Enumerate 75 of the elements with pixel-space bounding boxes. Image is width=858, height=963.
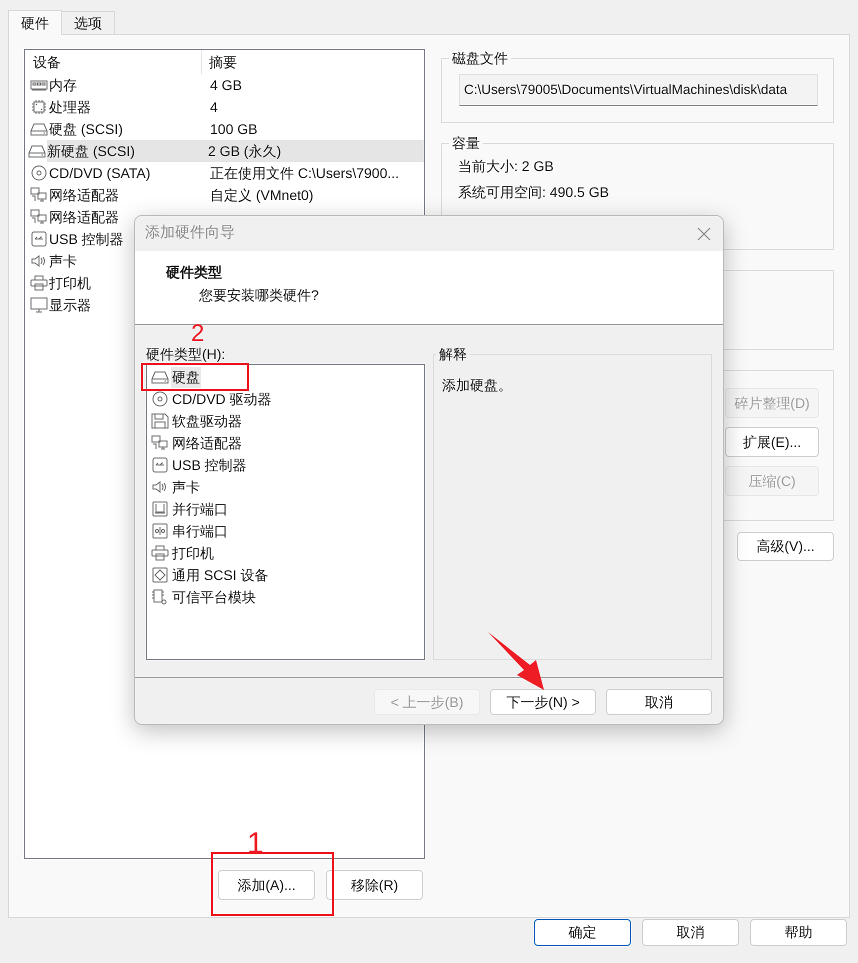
path-field[interactable]: C:\Users\79005\Documents\VirtualMachines\disk\data bbox=[459, 74, 818, 106]
speaker-icon bbox=[30, 253, 48, 269]
capacity-text: 当前大小: 2 GB bbox=[458, 157, 555, 175]
group-title: 容量 bbox=[449, 134, 483, 152]
drive-icon bbox=[30, 121, 48, 137]
wizard-button[interactable]: 下一步(N) > bbox=[490, 689, 596, 715]
network-monitors-icon bbox=[30, 209, 48, 225]
device-name: 新硬盘 (SCSI) bbox=[47, 142, 135, 161]
hardware-type-item[interactable]: 可信平台模块 bbox=[171, 586, 257, 608]
column-header[interactable]: 摘要 bbox=[202, 52, 237, 72]
wizard-subheading: 您要安装哪类硬件? bbox=[199, 286, 320, 305]
hardware-type-item[interactable]: USB 控制器 bbox=[171, 454, 248, 476]
hardware-type-item[interactable]: 网络适配器 bbox=[171, 432, 243, 454]
hardware-type-item[interactable]: 硬盘 bbox=[171, 366, 201, 388]
drive-icon bbox=[151, 369, 169, 385]
hardware-type-item[interactable]: 并行端口 bbox=[171, 498, 229, 520]
device-summary: 4 GB bbox=[210, 76, 242, 94]
disc-icon bbox=[151, 391, 169, 407]
device-summary: 正在使用文件 C:\Users\7900... bbox=[210, 164, 400, 182]
device-name[interactable]: CD/DVD (SATA) bbox=[49, 162, 150, 184]
list-label: 硬件类型(H): bbox=[146, 345, 226, 363]
group-title: 解释 bbox=[436, 345, 470, 363]
device-summary: 2 GB (永久) bbox=[208, 142, 282, 161]
column-header[interactable]: 设备 bbox=[25, 50, 202, 74]
device-name[interactable]: 处理器 bbox=[49, 96, 91, 118]
hardware-type-item[interactable]: 声卡 bbox=[171, 476, 201, 498]
hardware-type-item[interactable]: 串行端口 bbox=[171, 520, 229, 542]
capacity-text: 系统可用空间: 490.5 GB bbox=[458, 183, 610, 201]
device-name[interactable]: USB 控制器 bbox=[49, 228, 124, 250]
tab[interactable]: 选项 bbox=[62, 11, 115, 34]
device-summary: 自定义 (VMnet0) bbox=[210, 186, 314, 205]
advanced-button[interactable]: 高级(V)... bbox=[737, 532, 834, 561]
device-name[interactable]: 显示器 bbox=[49, 294, 91, 316]
speaker-icon bbox=[151, 479, 169, 495]
monitor-icon bbox=[30, 297, 48, 313]
wizard-heading: 硬件类型 bbox=[166, 263, 223, 282]
device-name[interactable]: 网络适配器 bbox=[49, 206, 119, 228]
drive-icon bbox=[28, 143, 46, 159]
dialog-title: 添加硬件向导 bbox=[145, 223, 235, 244]
dialog-button[interactable]: 确定 bbox=[534, 919, 631, 946]
port-icon bbox=[151, 501, 169, 517]
hardware-type-item[interactable]: 通用 SCSI 设备 bbox=[171, 564, 270, 586]
network-monitors-icon bbox=[30, 187, 48, 203]
list-button[interactable]: 添加(A)... bbox=[218, 870, 315, 900]
printer-icon bbox=[151, 545, 169, 561]
hardware-type-item[interactable]: 打印机 bbox=[171, 542, 215, 564]
group-title: 磁盘文件 bbox=[449, 49, 511, 67]
device-name[interactable]: 打印机 bbox=[49, 272, 91, 294]
wizard-button[interactable]: 取消 bbox=[606, 689, 712, 715]
tab[interactable]: 硬件 bbox=[8, 10, 62, 35]
device-name[interactable]: 硬盘 (SCSI) bbox=[49, 118, 123, 140]
usb-icon bbox=[30, 231, 48, 247]
network-monitors-icon bbox=[151, 435, 169, 451]
device-summary: 4 bbox=[210, 98, 218, 116]
device-name[interactable]: 网络适配器 bbox=[49, 184, 119, 206]
hardware-type-list[interactable]: 硬盘 CD/DVD 驱动器 软盘驱动器 网络适配器 USB 控制器 声卡 并行端口 串行端口 打印机 通用 SCSI 设备 可信平台模块 bbox=[146, 364, 425, 660]
port-icon bbox=[151, 523, 169, 539]
explanation-text: 添加硬盘。 bbox=[442, 376, 513, 395]
usb-icon bbox=[151, 457, 169, 473]
disk-tool-button[interactable]: 扩展(E)... bbox=[725, 427, 819, 457]
device-name[interactable]: 声卡 bbox=[49, 250, 77, 272]
close-icon[interactable] bbox=[697, 226, 711, 240]
list-button[interactable]: 移除(R) bbox=[326, 870, 423, 900]
chip-key-icon bbox=[151, 589, 169, 605]
hardware-type-item[interactable]: 软盘驱动器 bbox=[171, 410, 243, 432]
diamond-icon bbox=[151, 567, 169, 583]
annotation-number: 2 bbox=[191, 322, 204, 346]
disc-icon bbox=[30, 165, 48, 181]
device-summary: 100 GB bbox=[210, 120, 258, 138]
printer-icon bbox=[30, 275, 48, 291]
dialog-button[interactable]: 取消 bbox=[642, 919, 739, 946]
device-name[interactable]: 内存 bbox=[49, 74, 77, 96]
dialog-button[interactable]: 帮助 bbox=[750, 919, 847, 946]
processor-chip-icon bbox=[30, 99, 48, 115]
hardware-type-item[interactable]: CD/DVD 驱动器 bbox=[171, 388, 273, 410]
